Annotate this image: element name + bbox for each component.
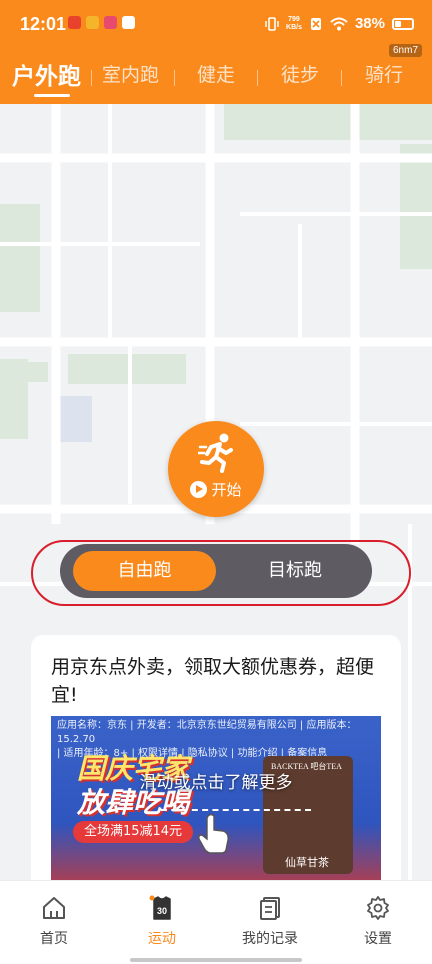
- settings-icon: [367, 896, 389, 920]
- tab-divider: [174, 70, 175, 86]
- notification-icons: [68, 16, 135, 29]
- tab-indoor-run[interactable]: 室内跑: [102, 60, 159, 87]
- notification-app-icon: [122, 16, 135, 29]
- nav-settings[interactable]: 设置: [324, 881, 432, 964]
- ad-drink-name: 仙草甘茶: [285, 856, 329, 869]
- jersey-number: 30: [157, 906, 167, 916]
- active-tab-underline: [34, 94, 70, 97]
- sport-jersey-icon: 30: [149, 895, 171, 920]
- start-label-row: 开始: [168, 479, 264, 500]
- ad-swipe-hint: 滑动或点击了解更多: [139, 773, 293, 793]
- notification-app-icon: [104, 16, 117, 29]
- target-run-option[interactable]: 目标跑: [235, 551, 355, 591]
- tab-outdoor-run[interactable]: 户外跑: [12, 57, 81, 91]
- corner-tag: 6nm7: [388, 44, 422, 57]
- nav-records-label: 我的记录: [242, 931, 298, 947]
- status-bar: 12:01 799 KB/s 38%: [0, 0, 432, 50]
- nav-records[interactable]: 我的记录: [216, 881, 324, 964]
- status-right: 799 KB/s 38%: [265, 15, 414, 32]
- notification-app-icon: [86, 16, 99, 29]
- nav-settings-label: 设置: [364, 931, 392, 947]
- home-icon: [43, 897, 65, 919]
- battery-icon: [392, 17, 414, 30]
- ad-promo-badge: 全场满15减14元: [73, 821, 193, 843]
- tab-divider: [341, 70, 342, 86]
- ad-card[interactable]: 用京东点外卖，领取大额优惠券，超便宜! 应用名称：京东 | 开发者：北京京东世纪…: [31, 635, 401, 895]
- tab-hike[interactable]: 徒步: [281, 60, 319, 87]
- wifi-icon: [330, 17, 348, 30]
- tab-walk[interactable]: 健走: [197, 60, 235, 87]
- pointing-hand-icon: [198, 813, 229, 854]
- run-mode-selector: 自由跑 目标跑: [60, 544, 372, 598]
- nav-home[interactable]: 首页: [0, 881, 108, 964]
- nav-sport[interactable]: 30 运动: [108, 881, 216, 964]
- tab-divider: [257, 70, 258, 86]
- ad-title: 用京东点外卖，领取大额优惠券，超便宜!: [51, 656, 375, 706]
- tab-divider: [91, 70, 92, 86]
- home-indicator[interactable]: [130, 958, 302, 962]
- speed-value: 799: [288, 15, 300, 23]
- ad-swipe-line: [161, 809, 311, 811]
- no-sim-icon: [310, 17, 321, 30]
- nav-home-label: 首页: [40, 931, 68, 947]
- start-button[interactable]: 开始: [168, 421, 264, 517]
- ad-meta-line: 应用名称：京东 | 开发者：北京京东世纪贸易有限公司 | 应用版本：15.2.7…: [57, 720, 357, 745]
- nav-sport-label: 运动: [148, 931, 176, 947]
- sport-type-tabs: 户外跑 室内跑 健走 徒步 骑行: [0, 60, 432, 100]
- network-speed: 799 KB/s: [286, 16, 302, 32]
- play-icon: [190, 481, 208, 498]
- status-time: 12:01: [20, 14, 67, 34]
- battery-percent: 38%: [354, 15, 385, 32]
- runner-icon: [198, 433, 233, 473]
- start-label: 开始: [211, 481, 242, 499]
- tab-cycle[interactable]: 骑行: [365, 60, 403, 87]
- bottom-navigation: 首页 30 运动 我的记录 设置: [0, 880, 432, 964]
- notification-app-icon: [68, 16, 81, 29]
- free-run-option[interactable]: 自由跑: [73, 551, 216, 591]
- app-header: 12:01 799 KB/s 38% 6nm7 户外跑 室内跑 健走 徒步 骑行: [0, 0, 432, 104]
- vibrate-icon: [265, 16, 279, 31]
- speed-unit: KB/s: [286, 23, 302, 31]
- records-icon: [260, 897, 280, 920]
- ad-banner[interactable]: 应用名称：京东 | 开发者：北京京东世纪贸易有限公司 | 应用版本：15.2.7…: [51, 716, 381, 895]
